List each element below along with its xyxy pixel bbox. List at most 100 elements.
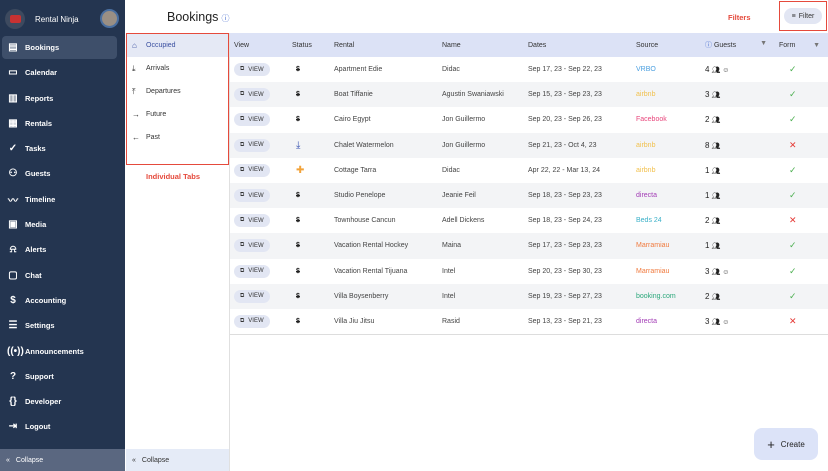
people-icon: 👥︎ — [711, 142, 721, 150]
people-icon: 👥︎ — [711, 67, 721, 75]
create-button[interactable]: + Create — [754, 428, 818, 460]
sidebar-item-support[interactable]: ? Support — [2, 365, 117, 388]
table-row[interactable]: ⧉ VIEW $ Apartment Edie Didac Sep 17, 23 … — [230, 57, 828, 82]
sidebar-item-guests[interactable]: ⚇ Guests — [2, 162, 117, 185]
tab-label: Departures — [146, 88, 181, 95]
view-button[interactable]: ⧉ VIEW — [234, 163, 270, 177]
column-name[interactable]: Name — [438, 33, 524, 57]
form-cell: ✓ — [775, 82, 828, 108]
check-circle-icon: ✓ — [8, 143, 18, 155]
sidebar-item-announcements[interactable]: ((•)) Announcements — [2, 340, 117, 363]
sidebar-item-reports[interactable]: ▥ Reports — [2, 87, 117, 110]
view-button[interactable]: ⧉ VIEW — [234, 88, 270, 102]
info-icon[interactable]: ⓘ — [705, 42, 714, 49]
column-status[interactable]: Status — [288, 33, 330, 57]
view-button[interactable]: ⧉ VIEW — [234, 264, 270, 278]
sidebar-item-bookings[interactable]: ▤ Bookings — [2, 36, 117, 59]
view-cell: ⧉ VIEW — [230, 107, 288, 132]
tab-past[interactable]: ← Past — [127, 126, 228, 149]
table-row[interactable]: ⧉ VIEW $ Villa Jiu Jitsu Rasid Sep 13, 23… — [230, 308, 828, 335]
source-cell: Facebook — [636, 116, 667, 124]
view-cell: ⧉ VIEW — [230, 208, 288, 233]
column-form[interactable]: Form ▼ — [775, 33, 828, 57]
people-icon: 👥︎ — [711, 167, 721, 175]
filter-icon[interactable]: ▼ — [813, 42, 820, 49]
table-row[interactable]: ⧉ VIEW $ Vacation Rental Hockey Maina Sep… — [230, 233, 828, 259]
view-button[interactable]: ⧉ VIEW — [234, 138, 270, 152]
sidebar-item-rentals[interactable]: ▦ Rentals — [2, 112, 117, 135]
view-button[interactable]: ⧉ VIEW — [234, 113, 270, 127]
view-label: VIEW — [248, 167, 264, 174]
sidebar-item-media[interactable]: ▣ Media — [2, 213, 117, 236]
sidebar-item-developer[interactable]: {} Developer — [2, 390, 117, 413]
sidebar-item-chat[interactable]: ▢ Chat — [2, 264, 117, 287]
column-label: Name — [442, 41, 461, 49]
tabs-collapse-button[interactable]: « Collapse — [126, 449, 229, 471]
open-external-icon: ⧉ — [240, 141, 245, 148]
sidebar-item-calendar[interactable]: ▭ Calendar — [2, 61, 117, 84]
form-cell: ✓ — [775, 182, 828, 209]
sidebar-item-logout[interactable]: ⇥ Logout — [2, 415, 117, 438]
view-label: VIEW — [248, 192, 264, 199]
status-cell: ⤓ — [288, 132, 330, 158]
view-button[interactable]: ⧉ VIEW — [234, 189, 270, 203]
table-header: View Status Rental Name Dates Source ⓘ Guests ▼… — [230, 33, 828, 57]
sidebar-item-accounting[interactable]: $ Accounting — [2, 289, 117, 312]
tab-arrivals[interactable]: ⤓ Arrivals — [127, 57, 228, 80]
column-dates[interactable]: Dates — [524, 33, 632, 57]
accounting-icon: $ — [10, 294, 16, 306]
table-row[interactable]: ⧉ VIEW $ Vacation Rental Tijuana Intel Se… — [230, 259, 828, 284]
guest-count: 3 — [705, 266, 710, 276]
filter-button[interactable]: ≡ Filter — [784, 8, 822, 24]
view-button[interactable]: ⧉ VIEW — [234, 214, 270, 228]
avatar[interactable] — [100, 9, 119, 28]
guest-count: 3 — [705, 90, 710, 100]
view-cell: ⧉ VIEW — [230, 158, 288, 183]
open-external-icon: ⧉ — [240, 66, 245, 73]
name-cell: Maina — [438, 233, 524, 259]
sidebar-item-tasks[interactable]: ✓ Tasks — [2, 137, 117, 160]
name-cell: Adell Dickens — [442, 217, 485, 225]
column-guests[interactable]: ⓘ Guests ▼ — [701, 33, 775, 57]
column-view[interactable]: View — [230, 33, 288, 57]
sidebar-nav: ▤ Bookings ▭ Calendar ▥ Reports ▦ Rentals ✓ Tasks… — [2, 36, 117, 441]
table-row[interactable]: ⧉ VIEW $ Studio Penelope Jeanie Feil Sep … — [230, 182, 828, 209]
view-button[interactable]: ⧉ VIEW — [234, 289, 270, 303]
column-label: Status — [292, 41, 312, 49]
view-button[interactable]: ⧉ VIEW — [234, 63, 270, 77]
view-label: VIEW — [248, 217, 264, 224]
child-icon: ☺ — [722, 67, 730, 75]
sidebar-item-settings[interactable]: ☰ Settings — [2, 314, 117, 337]
table-row[interactable]: ⧉ VIEW $ Cairo Egypt Jon Guillermo Sep 20… — [230, 107, 828, 132]
guest-count: 1 — [705, 241, 710, 251]
dates-cell: Sep 13, 23 - Sep 21, 23 — [524, 308, 632, 335]
sidebar-item-alerts[interactable]: ⍾ Alerts — [2, 238, 117, 261]
page-title: Bookings ⓘ — [167, 10, 229, 24]
sidebar-item-label: Accounting — [25, 295, 67, 305]
table-row[interactable]: ⧉ VIEW $ Villa Boysenberry Intel Sep 19, … — [230, 283, 828, 309]
guests-cell: 3 👥︎ ☺ — [701, 259, 775, 284]
column-source[interactable]: Source — [632, 33, 701, 57]
view-button[interactable]: ⧉ VIEW — [234, 314, 270, 328]
sidebar-collapse-button[interactable]: « Collapse — [0, 449, 125, 471]
form-cell: ✕ — [775, 132, 828, 158]
sidebar-item-label: Tasks — [25, 144, 46, 154]
collapse-label: Collapse — [15, 456, 44, 464]
column-rental[interactable]: Rental — [330, 33, 438, 57]
info-icon[interactable]: ⓘ — [221, 14, 229, 23]
table-row[interactable]: ⧉ VIEW $ Townhouse Cancun Adell Dickens S… — [230, 208, 828, 233]
money-off-icon: $ — [296, 217, 300, 225]
departures-icon: ⤒ — [132, 86, 136, 96]
tab-occupied[interactable]: ⌂ Occupied — [127, 34, 228, 57]
table-row[interactable]: ⧉ VIEW $ Boat Tiffanie Agustin Swaniawski… — [230, 82, 828, 108]
table-row[interactable]: ⧉ VIEW ✚ Cottage Tarra Didac Apr 22, 22 -… — [230, 158, 828, 183]
filter-icon[interactable]: ▼ — [760, 40, 767, 47]
source-cell: VRBO — [636, 66, 656, 74]
sidebar-item-timeline[interactable]: 〰 Timeline — [2, 188, 117, 211]
name-cell: Intel — [438, 283, 524, 309]
table-row[interactable]: ⧉ VIEW ⤓ Chalet Watermelon Jon Guillermo … — [230, 132, 828, 158]
tab-future[interactable]: → Future — [127, 103, 228, 126]
bookings-table: View Status Rental Name Dates Source ⓘ Guests ▼… — [230, 33, 828, 335]
tab-departures[interactable]: ⤒ Departures — [127, 80, 228, 103]
view-button[interactable]: ⧉ VIEW — [234, 239, 270, 253]
